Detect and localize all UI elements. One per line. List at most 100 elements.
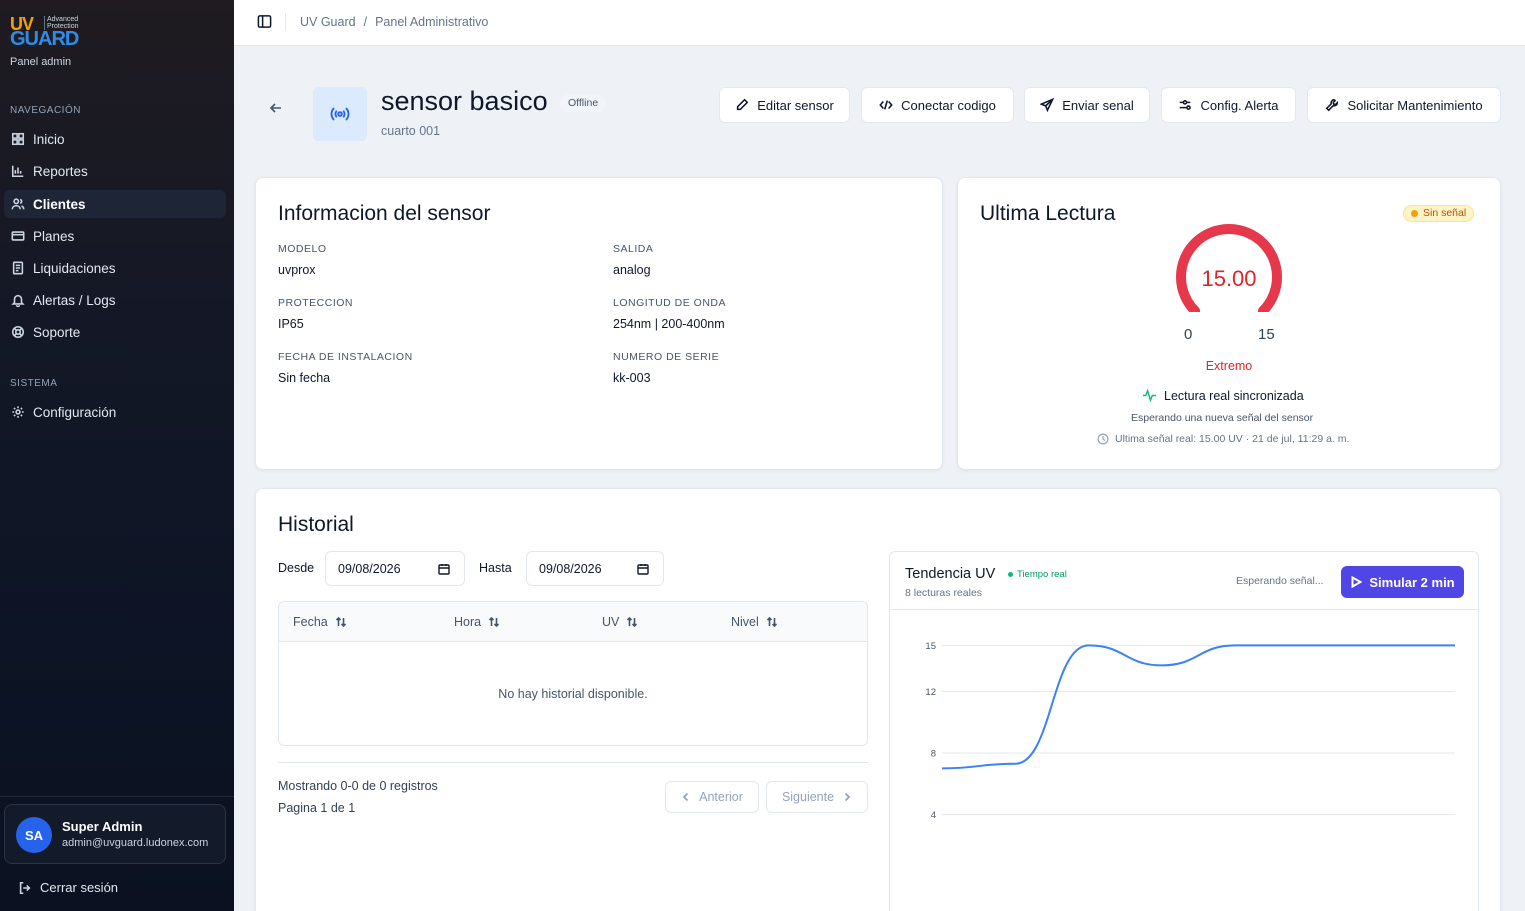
from-label: Desde xyxy=(278,561,315,575)
wavelength-label: LONGITUD DE ONDA xyxy=(613,297,727,309)
output-label: SALIDA xyxy=(613,243,654,255)
users-icon xyxy=(11,198,25,210)
sidebar-item-label: Reportes xyxy=(33,163,88,179)
previous-page-button[interactable]: Anterior xyxy=(665,781,759,813)
records-summary: Mostrando 0-0 de 0 registros xyxy=(278,779,438,793)
trend-title: Tendencia UV xyxy=(905,566,996,582)
user-name: Super Admin xyxy=(62,819,143,834)
connect-code-label: Conectar codigo xyxy=(901,97,996,113)
logout-label: Cerrar sesión xyxy=(40,880,119,895)
status-badge: Offline xyxy=(560,94,607,112)
sidebar-item-reportes[interactable]: Reportes xyxy=(4,157,226,185)
send-signal-label: Enviar senal xyxy=(1062,97,1134,113)
sidebar-item-alertas[interactable]: Alertas / Logs xyxy=(4,286,226,314)
model-value: uvprox xyxy=(278,263,316,277)
sensor-avatar xyxy=(313,87,367,141)
sidebar-item-label: Inicio xyxy=(33,131,65,147)
topbar: UV Guard / Panel Administrativo xyxy=(234,0,1525,46)
column-header-nivel[interactable]: Nivel xyxy=(731,615,778,629)
back-arrow-icon[interactable] xyxy=(268,100,284,116)
next-page-button[interactable]: Siguiente xyxy=(766,781,868,813)
uv-level-label: Extremo xyxy=(1205,359,1253,373)
next-page-label: Siguiente xyxy=(781,790,835,804)
alert-config-label: Config. Alerta xyxy=(1200,97,1279,113)
request-maintenance-label: Solicitar Mantenimiento xyxy=(1347,97,1483,113)
simulate-button[interactable]: Simular 2 min xyxy=(1341,566,1464,598)
breadcrumb-home[interactable]: UV Guard xyxy=(300,15,356,29)
sidebar-item-soporte[interactable]: Soporte xyxy=(4,318,226,346)
calendar-icon[interactable] xyxy=(438,563,450,575)
to-date-input[interactable]: 09/08/2026 xyxy=(526,551,664,586)
receipt-icon xyxy=(12,261,24,275)
sidebar-item-inicio[interactable]: Inicio xyxy=(4,125,226,153)
signal-dot xyxy=(1411,210,1418,217)
activity-icon xyxy=(1142,388,1157,403)
avatar: SA xyxy=(16,817,52,853)
install-date-value: Sin fecha xyxy=(278,371,331,385)
play-icon xyxy=(1351,576,1363,588)
send-signal-button[interactable]: Enviar senal xyxy=(1024,87,1150,123)
to-date-value: 09/08/2026 xyxy=(539,561,602,576)
sensor-room: cuarto 001 xyxy=(381,124,441,138)
radio-signal-icon xyxy=(330,107,350,121)
sidebar-item-label: Liquidaciones xyxy=(33,260,116,276)
signal-status-label: Sin señal xyxy=(1423,207,1467,219)
logout-button[interactable]: Cerrar sesión xyxy=(18,880,118,895)
sort-icon xyxy=(489,616,500,628)
page-title: sensor basico xyxy=(381,86,548,116)
y-tick-label: 8 xyxy=(931,749,936,760)
sidebar-item-clientes[interactable]: Clientes xyxy=(4,190,226,218)
from-date-input[interactable]: 09/08/2026 xyxy=(325,551,465,586)
column-header-uv[interactable]: UV xyxy=(602,615,638,629)
sidebar-toggle-icon[interactable] xyxy=(257,14,272,29)
gauge-value: 15.00 xyxy=(1201,266,1257,291)
last-reading-title: Ultima Lectura xyxy=(980,202,1116,225)
serial-number-value: kk-003 xyxy=(613,371,651,385)
calendar-icon[interactable] xyxy=(637,563,649,575)
sidebar-item-liquidaciones[interactable]: Liquidaciones xyxy=(4,254,226,282)
readings-count: 8 lecturas reales xyxy=(905,587,983,599)
y-tick-label: 4 xyxy=(931,810,936,821)
column-label: Nivel xyxy=(731,615,759,629)
uv-trend-card: Tendencia UV Tiempo real 8 lecturas real… xyxy=(889,551,1479,911)
breadcrumb-current: Panel Administrativo xyxy=(375,15,489,29)
simulate-label: Simular 2 min xyxy=(1369,574,1455,590)
request-maintenance-button[interactable]: Solicitar Mantenimiento xyxy=(1307,87,1501,123)
chart-waiting-text: Esperando señal... xyxy=(1236,575,1324,587)
clock-icon xyxy=(1097,433,1109,445)
sidebar: UV Advanced Protection GUARD Panel admin … xyxy=(0,0,234,911)
logo-advanced-text: Advanced xyxy=(47,16,79,23)
user-card[interactable]: SA Super Admin admin@uvguard.ludonex.com xyxy=(4,804,226,864)
page-indicator: Pagina 1 de 1 xyxy=(278,801,356,815)
column-label: Hora xyxy=(454,615,482,629)
edit-sensor-button[interactable]: Editar sensor xyxy=(719,87,850,123)
model-label: MODELO xyxy=(278,243,327,255)
waiting-signal-text: Esperando una nueva señal del sensor xyxy=(1131,412,1314,424)
sidebar-item-label: Planes xyxy=(33,228,75,244)
y-tick-label: 12 xyxy=(925,687,936,698)
live-label: Tiempo real xyxy=(1017,569,1067,580)
column-header-hora[interactable]: Hora xyxy=(454,615,500,629)
from-date-value: 09/08/2026 xyxy=(338,561,401,576)
sidebar-item-planes[interactable]: Planes xyxy=(4,222,226,250)
edit-sensor-label: Editar sensor xyxy=(757,97,834,113)
sidebar-item-label: Configuración xyxy=(33,404,117,420)
live-dot xyxy=(1008,572,1013,577)
empty-history-message: No hay historial disponible. xyxy=(498,687,648,701)
column-header-fecha[interactable]: Fecha xyxy=(293,615,347,629)
last-signal-info: Ultima señal real: 15.00 UV · 21 de jul,… xyxy=(1097,433,1349,445)
wavelength-value: 254nm | 200-400nm xyxy=(613,317,725,331)
connect-code-button[interactable]: Conectar codigo xyxy=(861,87,1014,123)
protection-value: IP65 xyxy=(278,317,304,331)
topbar-divider xyxy=(285,13,286,31)
chevron-right-icon xyxy=(844,792,851,802)
alert-config-button[interactable]: Config. Alerta xyxy=(1161,87,1296,123)
table-header: Fecha Hora UV Nivel xyxy=(279,602,867,642)
sliders-icon xyxy=(1180,100,1192,110)
system-section-label: SISTEMA xyxy=(10,378,58,389)
sidebar-item-label: Alertas / Logs xyxy=(33,292,116,308)
y-tick-label: 15 xyxy=(925,641,936,652)
uvguard-logo[interactable]: UV Advanced Protection GUARD xyxy=(10,14,100,50)
sidebar-item-configuracion[interactable]: Configuración xyxy=(4,398,226,426)
history-title: Historial xyxy=(278,513,354,536)
